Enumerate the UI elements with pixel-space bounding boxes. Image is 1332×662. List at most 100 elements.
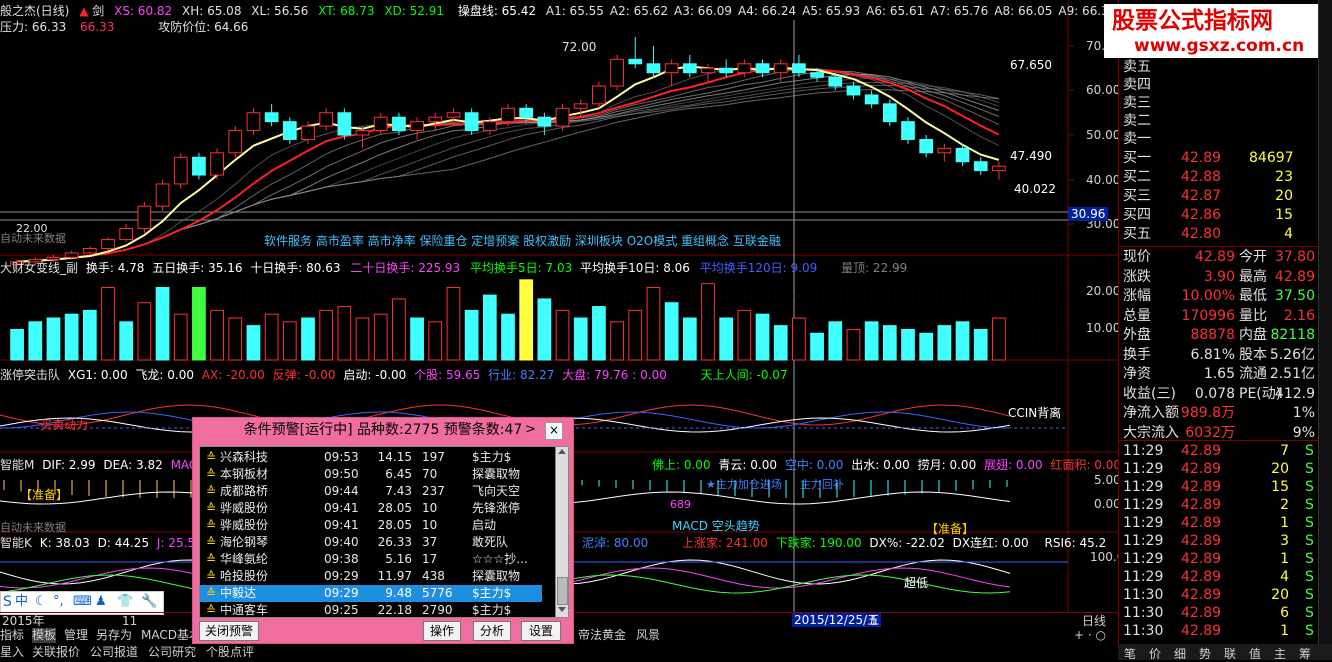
detail-tab-2[interactable]: 细 <box>1174 645 1186 662</box>
tick-side: S <box>1305 623 1314 639</box>
zoom-controls[interactable]: + · ○ <box>1074 628 1106 642</box>
alert-row[interactable]: ≙ 中通客车 09:25 22.18 2790 $主力$ <box>200 602 542 619</box>
quote-value: 3.90 <box>1203 268 1235 285</box>
alert-row[interactable]: ≙ 华峰氨纶 09:38 5.16 17 ☆☆☆抄... <box>200 551 542 568</box>
candle-body <box>610 58 624 87</box>
shirt-icon[interactable]: 👕 <box>117 595 133 609</box>
alert-count: 70 <box>422 467 438 481</box>
scroll-up-icon[interactable] <box>558 449 566 454</box>
alert-dialog[interactable]: 条件预警[运行中] 品种数:2775 预警条数:47 > × ≙ 兴森科技 09:5… <box>192 417 574 644</box>
user-icon[interactable]: ♟ <box>95 595 107 609</box>
ind2-hm: 红面积: 0.00 <box>1050 458 1122 472</box>
quote-label: 涨幅 <box>1123 288 1151 304</box>
period-label[interactable]: 日线 <box>1082 614 1106 628</box>
keyboard-icon[interactable]: ⌨ <box>73 595 92 609</box>
detail-tab-7[interactable]: 筹 <box>1299 645 1311 662</box>
bid-label: 买三 <box>1123 188 1151 204</box>
ready-label-2: 【准备】 <box>926 522 975 536</box>
info-tab-2[interactable]: 公司报道 <box>90 645 138 660</box>
alert-star-icon: ≙ <box>206 501 217 515</box>
ind2-dif: DIF: 2.99 <box>42 458 96 472</box>
bid-row: 买二 42.88 23 <box>1119 168 1319 186</box>
info-tab-3[interactable]: 公司研究 <box>148 645 196 660</box>
dialog-close-button[interactable]: × <box>545 422 563 440</box>
volume-bar <box>773 325 788 361</box>
ind1-right-label: CCIN背离 <box>1008 406 1062 420</box>
scroll-thumb[interactable] <box>557 577 568 605</box>
detail-tab-1[interactable]: 价 <box>1149 645 1161 662</box>
bottom-tab-0[interactable]: 指标 <box>0 628 24 643</box>
chinese-mode-icon[interactable]: 中 <box>15 595 28 609</box>
scroll-down-icon[interactable] <box>558 607 566 612</box>
alert-row[interactable]: ≙ 海伦钢琴 09:40 26.33 37 敢死队 <box>200 534 542 551</box>
candle-body <box>137 205 152 229</box>
analyze-button[interactable]: 分析 <box>473 621 511 641</box>
quote-label: 换手 <box>1123 346 1151 363</box>
operate-button[interactable]: 操作 <box>423 621 461 641</box>
detail-tab-0[interactable]: 笔 <box>1124 645 1136 662</box>
right-scrollbar[interactable] <box>1318 0 1332 660</box>
volume-bar <box>428 321 443 361</box>
dialog-more-button[interactable]: > <box>525 423 536 437</box>
info-tab-1[interactable]: 关联报价 <box>32 645 80 660</box>
a-value-1: A1: 65.55 <box>545 4 604 18</box>
quote-value-2: 1% <box>1292 405 1315 421</box>
tick-row: 11:29 42.89 4 S <box>1119 568 1319 586</box>
tick-row: 11:29 42.89 1 S <box>1119 550 1319 568</box>
date-cursor: 2015/12/25/五 <box>792 613 882 627</box>
quote-label: 总量 <box>1123 307 1151 324</box>
alert-row[interactable]: ≙ 成都路桥 09:44 7.43 237 飞向天空 <box>200 483 542 500</box>
bottom-tab-1[interactable]: 模板 <box>32 628 57 643</box>
settings-button[interactable]: 设置 <box>521 621 561 641</box>
bottom-tab-6[interactable]: 风景 <box>636 628 660 643</box>
ime-logo-icon[interactable]: S <box>3 595 12 609</box>
tick-time: 11:30 <box>1123 605 1164 621</box>
alert-condition: 飞向天空 <box>472 484 521 498</box>
alert-row[interactable]: ≙ 本钢板材 09:50 6.45 70 探囊取物 <box>200 466 542 483</box>
vol-g: 平均换手120日: 9.09 <box>699 261 818 275</box>
close-alert-button[interactable]: 关闭预警 <box>199 621 259 641</box>
a-value-8: A8: 66.05 <box>994 4 1053 18</box>
ind3-k: K: 38.03 <box>39 536 90 550</box>
info-tab-0[interactable]: 星入 <box>0 645 24 660</box>
volume-bar <box>264 313 279 361</box>
alert-time: 09:53 <box>324 450 359 464</box>
alert-list[interactable]: ≙ 兴森科技 09:53 14.15 197 $主力$ ≙ 本钢板材 09:50 6.45 70 探囊… <box>199 446 557 618</box>
bid-label: 买四 <box>1123 207 1151 223</box>
tick-price: 42.89 <box>1181 515 1222 531</box>
volume-bar <box>46 317 61 361</box>
alert-star-icon: ≙ <box>206 586 217 600</box>
candle-body <box>773 63 788 74</box>
candle-body <box>410 121 424 132</box>
candle-body <box>537 116 552 127</box>
alert-condition: 探囊取物 <box>472 467 521 481</box>
info-tab-4[interactable]: 个股点评 <box>206 645 254 660</box>
tick-volume: 20 <box>1271 587 1289 603</box>
detail-tab-5[interactable]: 值 <box>1249 645 1261 662</box>
alert-row[interactable]: ≙ 中毅达 09:29 9.48 5776 $主力$ <box>200 585 542 602</box>
alert-row[interactable]: ≙ 骅威股份 09:41 28.05 10 启动 <box>200 517 542 534</box>
candle-body <box>719 67 734 74</box>
moon-icon[interactable]: ☾ <box>35 595 47 609</box>
alert-row[interactable]: ≙ 骅威股份 09:41 28.05 10 先锋涨停 <box>200 500 542 517</box>
bid-volume: 4 <box>1284 226 1293 242</box>
ind3-dxl: DX连红: 0.00 <box>952 536 1029 550</box>
quote-label: 净资 <box>1123 366 1151 382</box>
bottom-tab-2[interactable]: 管理 <box>64 628 88 643</box>
ask-label: 卖三 <box>1123 95 1151 111</box>
detail-tab-3[interactable]: 势 <box>1199 645 1211 662</box>
alert-list-scrollbar[interactable] <box>555 446 569 618</box>
bottom-tab-3[interactable]: 另存为 <box>96 628 132 643</box>
ind2-lj: 捞月: 0.00 <box>917 458 977 472</box>
wrench-icon[interactable]: 🔧 <box>141 595 157 609</box>
bottom-tab-5[interactable]: 帝法黄金 <box>578 628 626 643</box>
alert-row[interactable]: ≙ 兴森科技 09:53 14.15 197 $主力$ <box>200 449 542 466</box>
detail-tab-4[interactable]: 联 <box>1224 645 1236 662</box>
ma-yellow-line <box>17 65 1000 263</box>
volume-bar <box>555 309 570 361</box>
ind2-cs: 出水: 0.00 <box>851 458 910 472</box>
detail-tab-6[interactable]: 主 <box>1274 645 1286 662</box>
vol-axis-20: 20.00 <box>1086 284 1121 298</box>
punct-icon[interactable]: °, <box>53 595 64 609</box>
alert-row[interactable]: ≙ 哈投股份 09:29 11.97 438 探囊取物 <box>200 568 542 585</box>
